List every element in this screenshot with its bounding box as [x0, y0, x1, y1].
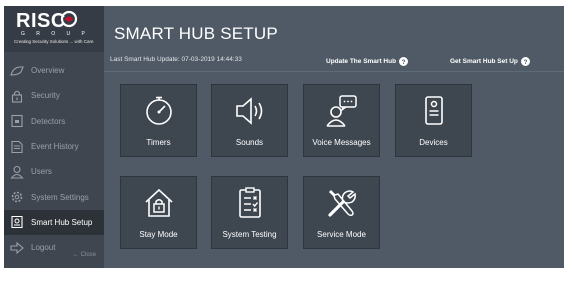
overview-icon — [10, 66, 24, 76]
tile-sounds[interactable]: Sounds — [211, 84, 288, 157]
sidebar-item-label: Overview — [31, 66, 65, 76]
users-icon — [10, 165, 24, 179]
tile-label: Voice Messages — [312, 138, 371, 147]
sidebar-item-users[interactable]: Users — [4, 159, 104, 184]
sidebar-item-label: Event History — [31, 142, 79, 152]
tile-label: Timers — [146, 138, 171, 147]
sidebar-item-event-history[interactable]: Event History — [4, 134, 104, 159]
sidebar-item-label: Security — [31, 91, 60, 101]
tile-service-mode[interactable]: Service Mode — [303, 176, 380, 249]
brand-logo[interactable]: RISC G R O U P Creating Security Solutio… — [4, 6, 104, 52]
update-smart-hub-label: Update The Smart Hub — [326, 57, 397, 65]
app-window: RISC G R O U P Creating Security Solutio… — [0, 0, 572, 293]
sidebar-item-label: System Settings — [31, 192, 89, 202]
update-smart-hub-link[interactable]: Update The Smart Hub ? — [326, 55, 409, 67]
gear-icon — [11, 191, 23, 203]
help-icon[interactable]: ? — [520, 56, 530, 66]
tile-label: Devices — [419, 138, 448, 147]
last-update-text: Last Smart Hub Update: 07-03-2019 14:44:… — [110, 56, 242, 63]
event-history-icon — [11, 140, 23, 153]
status-bar: Last Smart Hub Update: 07-03-2019 14:44:… — [104, 55, 564, 69]
speaker-icon — [236, 97, 263, 125]
help-icon[interactable]: ? — [399, 56, 409, 66]
sidebar-nav: Overview Security Detectors Event Histor… — [4, 58, 104, 260]
sidebar-item-label: Smart Hub Setup — [31, 217, 93, 227]
sidebar-item-label: Users — [31, 167, 52, 177]
sidebar-item-overview[interactable]: Overview — [4, 58, 104, 83]
sidebar: RISC G R O U P Creating Security Solutio… — [4, 6, 104, 268]
brand-tagline: Creating Security Solutions ... with Car… — [14, 39, 94, 44]
header-divider — [104, 71, 564, 72]
sidebar-item-detectors[interactable]: Detectors — [4, 109, 104, 134]
tile-devices[interactable]: Devices — [395, 84, 472, 157]
tile-stay-mode[interactable]: Stay Mode — [120, 176, 197, 249]
tile-label: Stay Mode — [139, 230, 178, 239]
tile-system-testing[interactable]: System Testing — [211, 176, 288, 249]
device-icon — [425, 96, 443, 125]
tile-timers[interactable]: Timers — [120, 84, 197, 157]
get-smart-hub-setup-label: Get Smart Hub Set Up — [450, 57, 518, 65]
svg-text:?: ? — [523, 58, 527, 65]
tools-icon — [328, 189, 356, 217]
tile-label: Service Mode — [317, 230, 366, 239]
tile-voice-messages[interactable]: Voice Messages — [303, 84, 380, 157]
brand-sub: G R O U P — [21, 31, 90, 37]
tile-label: Sounds — [235, 138, 264, 147]
logout-icon — [10, 241, 24, 254]
tile-label: System Testing — [222, 230, 277, 239]
sidebar-close-button[interactable]: ← Close — [73, 252, 96, 258]
brand-name: RISC — [16, 10, 66, 32]
main-panel: SMART HUB SETUP Last Smart Hub Update: 0… — [104, 6, 564, 268]
brand-swirl-icon — [60, 10, 78, 28]
sidebar-item-security[interactable]: Security — [4, 83, 104, 108]
get-smart-hub-setup-link[interactable]: Get Smart Hub Set Up ? — [450, 55, 530, 67]
svg-text:?: ? — [402, 58, 406, 65]
sidebar-item-label: Logout — [31, 243, 56, 253]
sidebar-item-smart-hub-setup[interactable]: Smart Hub Setup — [4, 209, 104, 236]
sidebar-item-label: Detectors — [31, 116, 66, 126]
home-lock-icon — [145, 188, 173, 217]
checklist-icon — [239, 187, 261, 218]
page-title: SMART HUB SETUP — [114, 24, 278, 43]
timer-icon — [146, 96, 172, 125]
voice-message-icon — [326, 95, 357, 127]
lock-icon — [11, 90, 23, 103]
detector-icon — [11, 115, 23, 128]
sidebar-item-system-settings[interactable]: System Settings — [4, 184, 104, 209]
smart-hub-icon — [11, 216, 23, 229]
